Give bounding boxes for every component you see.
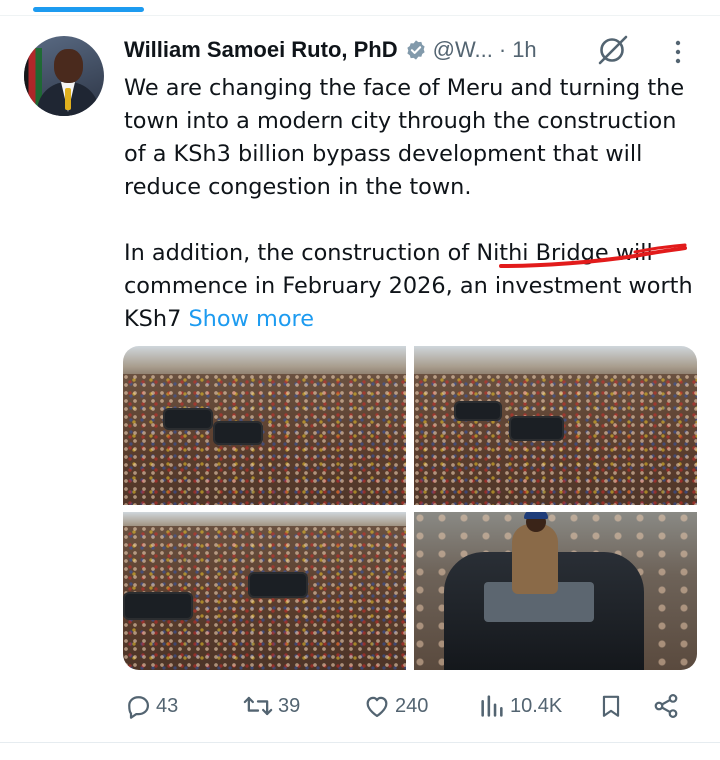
bottom-divider <box>0 742 720 743</box>
post-paragraph-1: We are changing the face of Meru and tur… <box>124 75 685 200</box>
views-icon <box>481 695 503 717</box>
bookmark-button[interactable] <box>598 688 624 724</box>
media-grid <box>123 346 697 670</box>
more-options-icon[interactable] <box>671 38 685 66</box>
separator-dot: · <box>498 37 507 62</box>
top-bar <box>0 0 720 16</box>
reply-count: 43 <box>156 694 179 717</box>
post-paragraph-2: In addition, the construction of Nithi B… <box>124 237 704 336</box>
author-name[interactable]: William Samoei Ruto, PhD <box>124 37 398 63</box>
action-bar: 43 39 240 10.4K <box>0 688 720 724</box>
crowd-photo-3[interactable] <box>123 512 406 670</box>
retweet-icon <box>243 696 273 716</box>
views-count: 10.4K <box>510 694 563 717</box>
retweet-count: 39 <box>278 694 301 717</box>
avatar[interactable] <box>24 36 104 116</box>
heart-icon <box>366 696 388 718</box>
reply-button[interactable]: 43 <box>124 688 178 724</box>
share-button[interactable] <box>652 688 680 724</box>
like-button[interactable]: 240 <box>363 688 428 724</box>
share-icon <box>654 694 678 718</box>
reply-icon <box>128 696 150 719</box>
show-more-link[interactable]: Show more <box>188 306 314 332</box>
post-text: We are changing the face of Meru and tur… <box>124 72 704 336</box>
author-handle[interactable]: @W... <box>433 37 493 63</box>
active-tab-indicator <box>33 7 144 12</box>
rally-vehicle-photo[interactable] <box>414 512 697 670</box>
crowd-photo-1[interactable] <box>123 346 406 505</box>
bookmark-icon <box>602 695 620 717</box>
verified-badge-icon <box>407 40 425 60</box>
retweet-button[interactable]: 39 <box>242 688 300 724</box>
crowd-photo-2[interactable] <box>414 346 697 505</box>
views-button[interactable]: 10.4K <box>478 688 562 724</box>
like-count: 240 <box>395 694 429 717</box>
post-time[interactable]: 1h <box>512 37 536 63</box>
top-divider <box>0 15 720 16</box>
grok-icon[interactable] <box>596 34 630 66</box>
post-header: William Samoei Ruto, PhD @W... · 1h <box>124 34 537 66</box>
